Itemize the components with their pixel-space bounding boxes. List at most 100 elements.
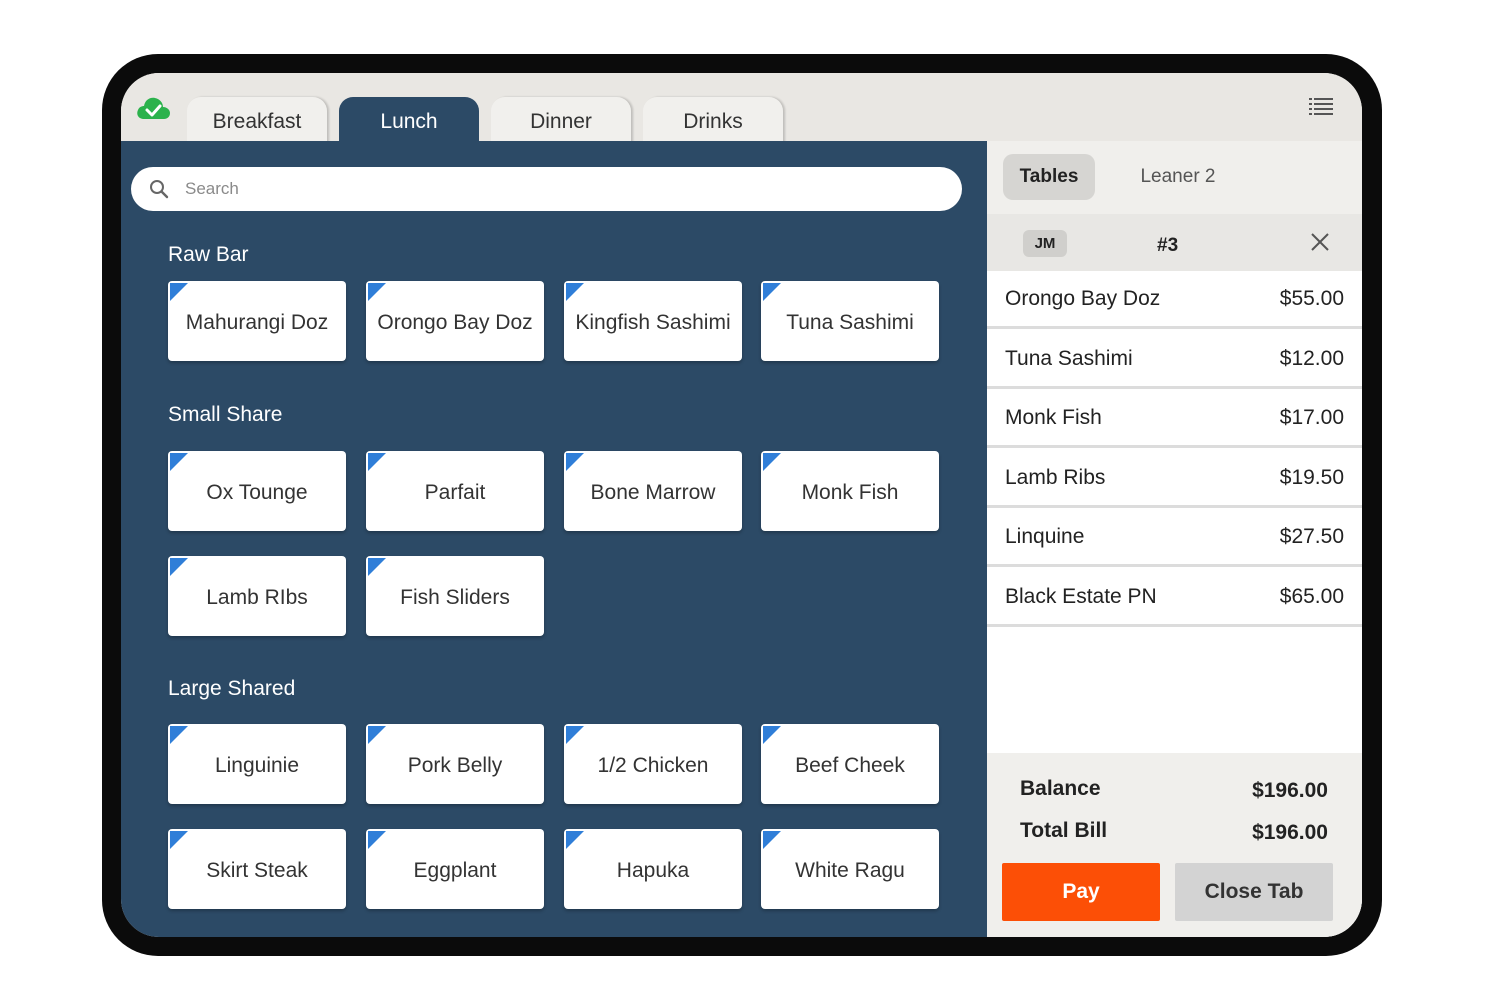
menu-item-label: Parfait: [424, 481, 486, 504]
menu-item-label: Ox Tounge: [206, 481, 308, 504]
tab-drinks[interactable]: Drinks: [643, 97, 783, 143]
menu-item-label: Mahurangi Doz: [185, 311, 329, 334]
order-item-name: Black Estate PN: [1005, 585, 1157, 608]
item-corner-marker: [368, 283, 386, 301]
total-bill-label: Total Bill: [1020, 819, 1108, 842]
menu-item[interactable]: Skirt Steak: [168, 829, 346, 909]
menu-item[interactable]: Monk Fish: [761, 451, 939, 531]
pos-screen: Breakfast Lunch Dinner Drinks Raw Bar Ma…: [121, 73, 1362, 937]
close-icon[interactable]: [1310, 232, 1330, 252]
category-tab-bar: Breakfast Lunch Dinner Drinks: [121, 73, 1362, 143]
balance-value: $196.00: [1252, 779, 1328, 802]
order-item-price: $12.00: [1279, 347, 1344, 370]
menu-item[interactable]: Beef Cheek: [761, 724, 939, 804]
menu-item[interactable]: Lamb RIbs: [168, 556, 346, 636]
item-corner-marker: [566, 726, 584, 744]
menu-item-label: Eggplant: [413, 859, 497, 882]
order-panel: Tables Leaner 2 JM #3 Orongo Bay Doz $55.…: [987, 141, 1362, 937]
order-header: JM #3: [987, 214, 1362, 271]
menu-item[interactable]: White Ragu: [761, 829, 939, 909]
order-line-item[interactable]: Tuna Sashimi $12.00: [987, 331, 1362, 389]
balance-label: Balance: [1020, 777, 1101, 800]
order-line-item[interactable]: Lamb Ribs $19.50: [987, 450, 1362, 508]
tab-lunch[interactable]: Lunch: [339, 97, 479, 143]
section-title-raw-bar: Raw Bar: [168, 243, 249, 266]
order-item-price: $19.50: [1279, 466, 1344, 489]
item-corner-marker: [170, 831, 188, 849]
item-corner-marker: [566, 453, 584, 471]
tab-dinner[interactable]: Dinner: [491, 97, 631, 143]
order-item-price: $55.00: [1279, 287, 1344, 310]
menu-item-label: 1/2 Chicken: [597, 754, 709, 777]
search-bar: [131, 167, 962, 211]
menu-item-label: Fish Sliders: [400, 586, 510, 609]
tab-leaner[interactable]: Leaner 2: [1123, 154, 1233, 200]
item-corner-marker: [368, 831, 386, 849]
menu-item[interactable]: Ox Tounge: [168, 451, 346, 531]
totals-area: Balance $196.00 Total Bill $196.00 Pay C…: [987, 753, 1362, 937]
item-corner-marker: [368, 453, 386, 471]
menu-item[interactable]: Eggplant: [366, 829, 544, 909]
menu-item-label: Kingfish Sashimi: [575, 311, 731, 334]
search-input[interactable]: [185, 173, 945, 205]
total-bill-value: $196.00: [1252, 821, 1328, 844]
section-title-large-shared: Large Shared: [168, 677, 296, 700]
order-line-item[interactable]: Linquine $27.50: [987, 509, 1362, 567]
tab-breakfast[interactable]: Breakfast: [187, 97, 327, 143]
item-corner-marker: [763, 831, 781, 849]
item-corner-marker: [170, 283, 188, 301]
item-corner-marker: [170, 726, 188, 744]
server-initials-badge: JM: [1023, 230, 1067, 257]
menu-item[interactable]: Pork Belly: [366, 724, 544, 804]
menu-item-label: Beef Cheek: [795, 754, 905, 777]
menu-item-label: Tuna Sashimi: [786, 311, 914, 334]
menu-item-label: Linguinie: [214, 754, 300, 777]
menu-item[interactable]: Parfait: [366, 451, 544, 531]
menu-item-label: White Ragu: [795, 859, 905, 882]
order-item-price: $17.00: [1279, 406, 1344, 429]
menu-item[interactable]: Bone Marrow: [564, 451, 742, 531]
item-corner-marker: [368, 726, 386, 744]
order-item-price: $65.00: [1279, 585, 1344, 608]
item-corner-marker: [566, 831, 584, 849]
close-tab-button[interactable]: Close Tab: [1175, 863, 1333, 921]
order-item-price: $27.50: [1279, 525, 1344, 548]
order-item-name: Monk Fish: [1005, 406, 1102, 429]
menu-item-label: Bone Marrow: [590, 481, 716, 504]
section-title-small-share: Small Share: [168, 403, 283, 426]
menu-item[interactable]: Kingfish Sashimi: [564, 281, 742, 361]
menu-item[interactable]: 1/2 Chicken: [564, 724, 742, 804]
menu-item[interactable]: Hapuka: [564, 829, 742, 909]
order-segment-bar: Tables Leaner 2: [987, 141, 1362, 214]
order-item-name: Lamb Ribs: [1005, 466, 1106, 489]
menu-item[interactable]: Fish Sliders: [366, 556, 544, 636]
menu-item-label: Orongo Bay Doz: [377, 311, 533, 334]
item-corner-marker: [763, 283, 781, 301]
item-corner-marker: [170, 453, 188, 471]
menu-item[interactable]: Orongo Bay Doz: [366, 281, 544, 361]
pay-button[interactable]: Pay: [1002, 863, 1160, 921]
tab-tables[interactable]: Tables: [1003, 154, 1095, 200]
order-item-name: Tuna Sashimi: [1005, 347, 1133, 370]
item-corner-marker: [763, 726, 781, 744]
search-icon: [150, 180, 169, 199]
order-item-name: Linquine: [1005, 525, 1085, 548]
item-corner-marker: [763, 453, 781, 471]
menu-item-label: Pork Belly: [407, 754, 503, 777]
order-line-item[interactable]: Black Estate PN $65.00: [987, 569, 1362, 627]
menu-item-label: Hapuka: [616, 859, 690, 882]
menu-item-label: Monk Fish: [801, 481, 899, 504]
item-corner-marker: [368, 558, 386, 576]
menu-panel: Raw Bar Mahurangi Doz Orongo Bay Doz Kin…: [121, 141, 987, 937]
list-menu-icon[interactable]: [1309, 97, 1333, 115]
menu-item[interactable]: Linguinie: [168, 724, 346, 804]
menu-item[interactable]: Tuna Sashimi: [761, 281, 939, 361]
order-item-name: Orongo Bay Doz: [1005, 287, 1161, 310]
item-corner-marker: [170, 558, 188, 576]
order-line-item[interactable]: Monk Fish $17.00: [987, 390, 1362, 448]
menu-item-label: Skirt Steak: [206, 859, 308, 882]
cloud-check-icon: [137, 97, 170, 119]
order-line-item[interactable]: Orongo Bay Doz $55.00: [987, 271, 1362, 329]
menu-item[interactable]: Mahurangi Doz: [168, 281, 346, 361]
item-corner-marker: [566, 283, 584, 301]
